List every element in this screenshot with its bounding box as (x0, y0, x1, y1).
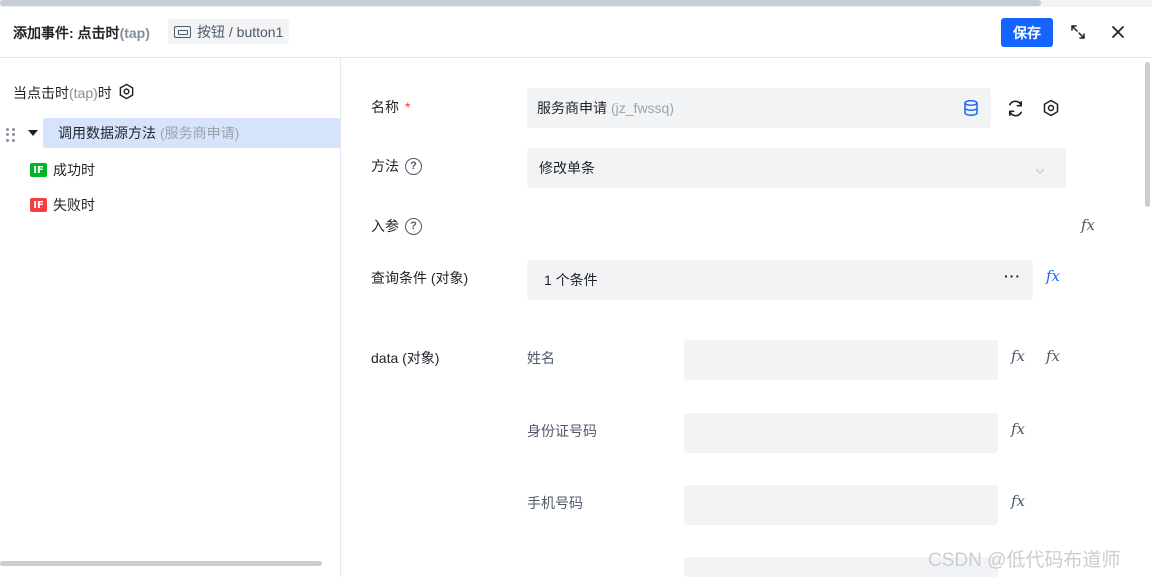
dialog-title: 添加事件: 点击时(tap) (13, 23, 150, 43)
query-label: 查询条件 (对象) (371, 268, 468, 288)
refresh-icon[interactable] (1006, 99, 1025, 121)
close-icon[interactable] (1107, 21, 1129, 43)
right-vertical-scrollbar[interactable] (1145, 62, 1150, 207)
datasource-code: (jz_fwssq) (611, 100, 675, 116)
watermark: CSDN @低代码布道师 (928, 550, 1121, 571)
field-label-id-number: 身份证号码 (527, 423, 597, 439)
params-label: 入参 ? (371, 216, 422, 236)
fx-icon[interactable]: fx (1043, 266, 1063, 286)
settings-icon[interactable] (118, 83, 135, 103)
button-component-icon (174, 25, 191, 38)
query-conditions-field[interactable]: 1 个条件 ··· (527, 260, 1033, 300)
more-icon[interactable]: ··· (1004, 268, 1021, 284)
query-label-text: 查询条件 (对象) (371, 270, 469, 286)
save-button[interactable]: 保存 (1001, 18, 1053, 47)
trigger-event: (tap) (69, 85, 98, 101)
action-node-call-datasource[interactable]: 调用数据源方法 (服务商申请) (43, 118, 340, 148)
branch-fail-label: 失败时 (53, 197, 95, 213)
method-label: 方法 ? (371, 156, 422, 176)
dialog-title-trigger: (tap) (119, 25, 150, 41)
trigger-node[interactable]: 当点击时(tap)时 (13, 83, 135, 103)
dialog-header: 添加事件: 点击时(tap) 按钮 / button1 保存 (0, 7, 1152, 58)
field-label-name: 姓名 (527, 350, 555, 366)
trigger-label: 当点击时(tap)时 (13, 83, 112, 103)
database-icon[interactable] (962, 99, 980, 120)
params-label-text: 入参 (371, 218, 399, 234)
action-label: 调用数据源方法 (58, 125, 156, 141)
chevron-down-icon (1034, 162, 1046, 178)
fx-icon[interactable]: fx (1043, 346, 1063, 366)
top-scrollbar[interactable] (0, 0, 1152, 7)
branch-fail[interactable]: IF 失败时 (30, 195, 95, 215)
action-datasource: (服务商申请) (160, 125, 240, 141)
trigger-suffix: 时 (97, 85, 112, 101)
data-object-label-text: data (对象) (371, 350, 440, 366)
branch-success[interactable]: IF 成功时 (30, 160, 95, 180)
component-chip[interactable]: 按钮 / button1 (168, 19, 290, 44)
field-input-name[interactable] (684, 340, 998, 380)
field-input-phone[interactable] (684, 485, 998, 525)
action-config-panel: 名称 * 服务商申请 (jz_fwssq) 方法 ? 修改单条 入参 ? fx 查询… (341, 58, 1152, 577)
method-value: 修改单条 (539, 160, 595, 176)
method-select[interactable]: 修改单条 (527, 148, 1066, 188)
field-input-id-number[interactable] (684, 413, 998, 453)
expand-icon[interactable] (1067, 21, 1089, 43)
branch-success-label: 成功时 (53, 162, 95, 178)
question-icon[interactable]: ? (405, 217, 422, 235)
field-label-phone: 手机号码 (527, 495, 583, 511)
required-mark: * (405, 99, 411, 115)
dialog-title-text: 添加事件: 点击时 (13, 25, 120, 41)
top-scrollbar-thumb[interactable] (0, 0, 1041, 6)
fx-icon[interactable]: fx (1078, 215, 1098, 235)
if-badge-success: IF (30, 163, 47, 177)
data-object-label: data (对象) (371, 348, 439, 368)
question-icon[interactable]: ? (405, 157, 422, 175)
settings-icon[interactable] (1042, 99, 1060, 120)
drag-handle-icon[interactable] (6, 128, 16, 142)
datasource-select[interactable]: 服务商申请 (jz_fwssq) (527, 88, 991, 128)
event-tree-panel: 当点击时(tap)时 调用数据源方法 (服务商申请) IF 成功时 IF 失败时 (0, 58, 341, 577)
if-badge-fail: IF (30, 198, 47, 212)
datasource-name: 服务商申请 (537, 100, 607, 116)
query-conditions-value: 1 个条件 (544, 272, 598, 288)
fx-icon[interactable]: fx (1008, 491, 1028, 511)
caret-down-icon[interactable] (28, 130, 38, 136)
name-label: 名称 * (371, 97, 410, 117)
trigger-prefix: 当点击时 (13, 85, 69, 101)
left-horizontal-scrollbar[interactable] (0, 561, 322, 566)
method-label-text: 方法 (371, 158, 399, 174)
component-chip-label: 按钮 / button1 (197, 23, 284, 40)
fx-icon[interactable]: fx (1008, 346, 1028, 366)
fx-icon[interactable]: fx (1008, 419, 1028, 439)
name-label-text: 名称 (371, 99, 399, 115)
